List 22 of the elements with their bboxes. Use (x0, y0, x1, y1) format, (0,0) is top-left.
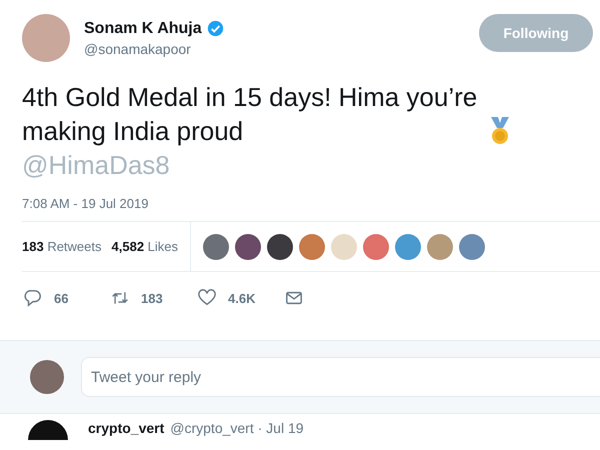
liker-avatar[interactable] (267, 234, 294, 260)
envelope-icon[interactable] (285, 289, 303, 307)
avatar (22, 14, 70, 62)
medal-icon (488, 116, 512, 146)
heart-icon[interactable] (198, 289, 216, 307)
reply-field[interactable]: Tweet your reply (81, 357, 600, 397)
avatar (28, 420, 68, 440)
action-count: 183 (141, 290, 163, 306)
author-name: Sonam K Ahuja (84, 20, 202, 38)
action-count: 66 (54, 290, 68, 306)
reply-icon[interactable] (24, 289, 42, 307)
author-handle: @sonamakapoor (84, 40, 192, 56)
reply-author-name: crypto_vert (88, 420, 164, 436)
action-count: 4.6K (228, 290, 256, 306)
tweet-timestamp: 7:08 AM - 19 Jul 2019 (22, 196, 150, 211)
stat-link[interactable]: 4,582 Likes (112, 239, 178, 254)
stat-link[interactable]: 183 Retweets (22, 239, 102, 254)
tweet-text: 4th Gold Medal in 15 days! Hima you’re making India proud (22, 81, 478, 148)
reply-meta: @crypto_vert · Jul 19 (170, 420, 304, 436)
user-avatar (30, 360, 64, 394)
liker-avatar[interactable] (235, 234, 262, 260)
liker-avatar[interactable] (203, 234, 230, 260)
